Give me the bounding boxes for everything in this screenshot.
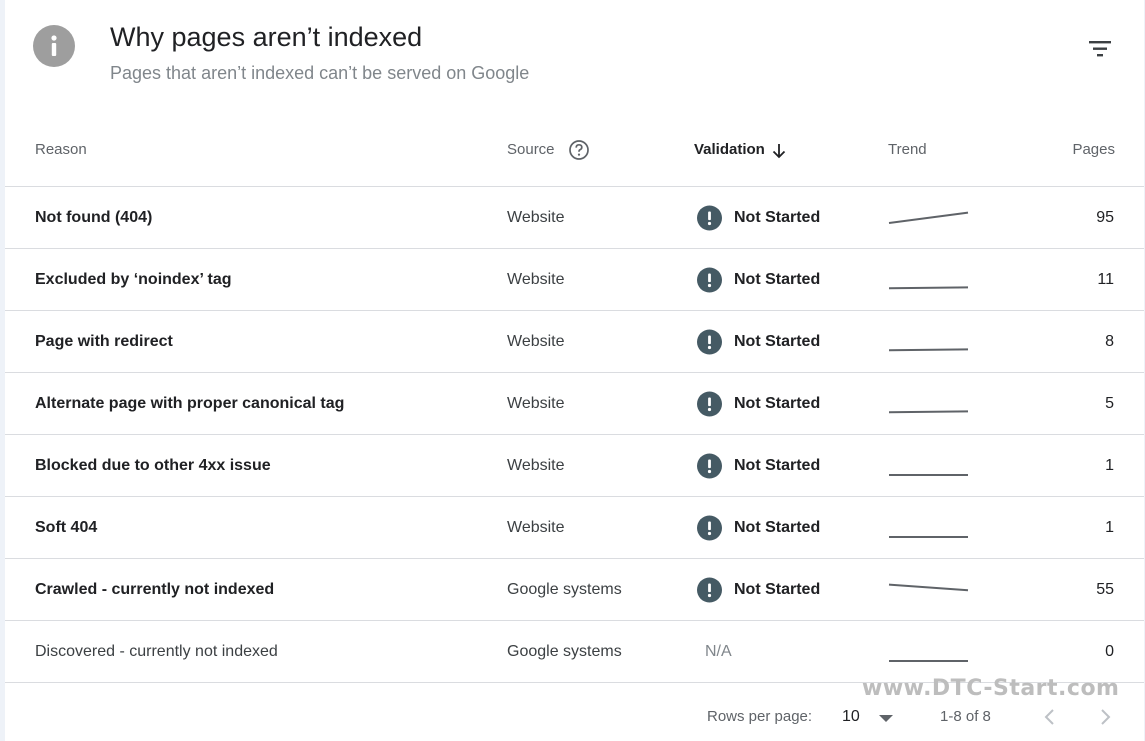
source-cell: Website: [507, 271, 565, 288]
table-row[interactable]: Blocked due to other 4xx issue Website Not…: [5, 435, 1144, 497]
trend-sparkline: [889, 660, 968, 662]
column-header-validation[interactable]: Validation: [694, 141, 765, 158]
validation-cell: Not Started: [734, 395, 821, 412]
table-row[interactable]: Discovered - currently not indexed Google…: [5, 621, 1144, 683]
trend-sparkline: [888, 348, 969, 352]
pagination-range: 1-8 of 8: [940, 708, 991, 725]
validation-cell: N/A: [705, 643, 732, 660]
table-row[interactable]: Excluded by ‘noindex’ tag Website Not Star…: [5, 249, 1144, 311]
source-cell: Google systems: [507, 581, 622, 598]
watermark: www.DTC-Start.com: [862, 676, 1120, 701]
trend-sparkline: [889, 474, 968, 476]
chevron-left-icon[interactable]: [1040, 706, 1060, 728]
reason-cell: Blocked due to other 4xx issue: [35, 457, 271, 474]
trend-sparkline: [888, 583, 969, 592]
source-cell: Website: [507, 457, 565, 474]
pages-cell: 55: [1096, 581, 1114, 598]
pages-cell: 11: [1097, 271, 1114, 288]
trend-sparkline: [889, 536, 968, 538]
source-cell: Website: [507, 519, 565, 536]
column-header-source[interactable]: Source: [507, 141, 555, 158]
trend-sparkline: [888, 410, 969, 414]
reason-cell: Page with redirect: [35, 333, 173, 350]
exclamation-icon: [697, 267, 722, 293]
rows-per-page-label: Rows per page:: [707, 708, 813, 725]
validation-cell: Not Started: [734, 519, 821, 536]
source-cell: Google systems: [507, 643, 622, 660]
trend-sparkline: [888, 211, 969, 224]
exclamation-icon: [697, 391, 722, 417]
info-icon: [33, 25, 75, 67]
pages-cell: 0: [1105, 643, 1114, 660]
dropdown-arrow-icon[interactable]: [876, 710, 896, 726]
validation-cell: Not Started: [734, 581, 821, 598]
page-title: Why pages aren’t indexed: [110, 22, 423, 52]
column-header-reason[interactable]: Reason: [35, 141, 87, 158]
filter-icon[interactable]: [1086, 37, 1114, 61]
table-row[interactable]: Crawled - currently not indexed Google sy…: [5, 559, 1144, 621]
table-row[interactable]: Not found (404) Website Not Started 95: [5, 187, 1144, 249]
pages-cell: 5: [1105, 395, 1114, 412]
source-cell: Website: [507, 333, 565, 350]
reason-cell: Not found (404): [35, 209, 153, 226]
validation-cell: Not Started: [734, 209, 821, 226]
validation-cell: Not Started: [734, 333, 821, 350]
rows-per-page-select[interactable]: 10: [842, 708, 860, 726]
table-row[interactable]: Page with redirect Website Not Started 8: [5, 311, 1144, 373]
pages-cell: 95: [1096, 209, 1114, 226]
source-cell: Website: [507, 209, 565, 226]
sort-arrow-down-icon[interactable]: [770, 142, 788, 160]
reason-cell: Alternate page with proper canonical tag: [35, 395, 345, 412]
table-row[interactable]: Soft 404 Website Not Started 1: [5, 497, 1144, 559]
reason-cell: Soft 404: [35, 519, 98, 536]
help-icon[interactable]: [568, 139, 590, 161]
page-subtitle: Pages that aren’t indexed can’t be serve…: [110, 63, 530, 83]
column-header-trend: Trend: [888, 141, 927, 158]
exclamation-icon: [697, 205, 722, 231]
pages-cell: 1: [1105, 457, 1114, 474]
exclamation-icon: [697, 577, 722, 603]
exclamation-icon: [697, 329, 722, 355]
column-header-pages[interactable]: Pages: [1072, 141, 1115, 158]
exclamation-icon: [697, 453, 722, 479]
reason-cell: Crawled - currently not indexed: [35, 581, 275, 598]
pages-cell: 8: [1105, 333, 1114, 350]
pages-cell: 1: [1105, 519, 1114, 536]
reason-cell: Discovered - currently not indexed: [35, 643, 278, 660]
exclamation-icon: [697, 515, 722, 541]
validation-cell: Not Started: [734, 271, 821, 288]
reason-cell: Excluded by ‘noindex’ tag: [35, 271, 232, 288]
chevron-right-icon[interactable]: [1095, 706, 1115, 728]
validation-cell: Not Started: [734, 457, 821, 474]
trend-sparkline: [888, 286, 969, 290]
source-cell: Website: [507, 395, 565, 412]
table-row[interactable]: Alternate page with proper canonical tag…: [5, 373, 1144, 435]
